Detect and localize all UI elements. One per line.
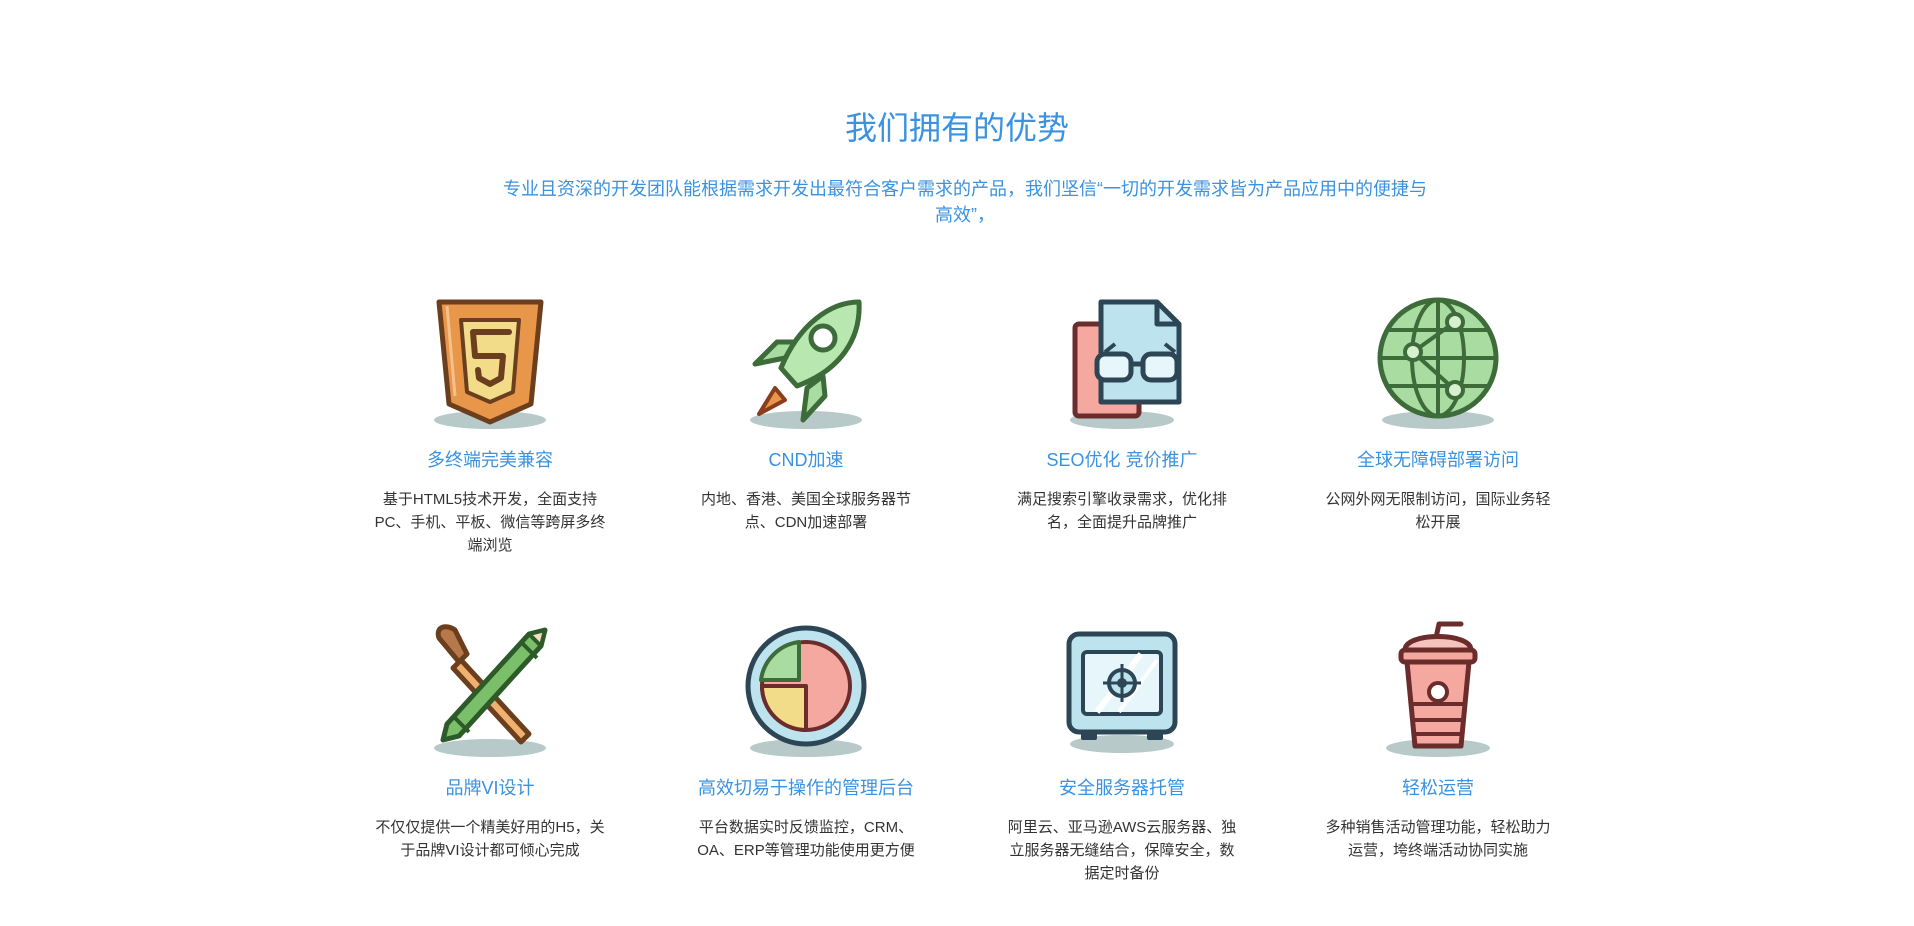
feature-description: 公网外网无限制访问，国际业务轻松开展 xyxy=(1325,491,1551,531)
feature-multi-terminal: 多终端完美兼容 基于HTML5技术开发，全面支持PC、手机、平板、微信等跨屏多终… xyxy=(360,292,620,557)
feature-description: 多种销售活动管理功能，轻松助力运营，垮终端活动协同实施 xyxy=(1325,819,1551,859)
feature-title: CND加速 xyxy=(768,450,844,470)
drink-cup-icon xyxy=(1373,620,1503,760)
feature-title: 轻松运营 xyxy=(1402,778,1474,798)
feature-description: 内地、香港、美国全球服务器节点、CDN加速部署 xyxy=(700,491,911,531)
feature-title: 品牌VI设计 xyxy=(445,778,535,798)
feature-global-access: 全球无障碍部署访问 公网外网无限制访问，国际业务轻松开展 xyxy=(1308,292,1568,534)
feature-description: 不仅仅提供一个精美好用的H5，关于品牌VI设计都可倾心完成 xyxy=(375,819,605,859)
feature-seo: SEO优化 竞价推广 满足搜索引擎收录需求，优化排名，全面提升品牌推广 xyxy=(992,292,1252,534)
feature-title: 多终端完美兼容 xyxy=(427,450,553,470)
feature-brand-vi: 品牌VI设计 不仅仅提供一个精美好用的H5，关于品牌VI设计都可倾心完成 xyxy=(360,620,620,862)
rocket-icon xyxy=(741,292,871,432)
feature-description: 满足搜索引擎收录需求，优化排名，全面提升品牌推广 xyxy=(1016,491,1227,531)
section-subtitle: 专业且资深的开发团队能根据需求开发出最符合客户需求的产品，我们坚信“一切的开发需… xyxy=(503,179,1427,225)
safe-icon xyxy=(1057,620,1187,760)
feature-description: 基于HTML5技术开发，全面支持PC、手机、平板、微信等跨屏多终端浏览 xyxy=(374,491,606,554)
feature-server-hosting: 安全服务器托管 阿里云、亚马逊AWS云服务器、独立服务器无缝结合，保障安全，数据… xyxy=(992,620,1252,885)
document-glasses-icon xyxy=(1057,292,1187,432)
feature-title: 全球无障碍部署访问 xyxy=(1357,450,1519,470)
pie-chart-icon xyxy=(741,620,871,760)
feature-title: 安全服务器托管 xyxy=(1059,778,1185,798)
brush-pencil-icon xyxy=(425,620,555,760)
feature-admin-backend: 高效切易于操作的管理后台 平台数据实时反馈监控，CRM、OA、ERP等管理功能使… xyxy=(676,620,936,862)
advantages-section: 我们拥有的优势 专业且资深的开发团队能根据需求开发出最符合客户需求的产品，我们坚… xyxy=(0,0,1914,926)
feature-easy-operation: 轻松运营 多种销售活动管理功能，轻松助力运营，垮终端活动协同实施 xyxy=(1308,620,1568,862)
section-title: 我们拥有的优势 xyxy=(844,110,1069,146)
globe-network-icon xyxy=(1373,292,1503,432)
feature-description: 阿里云、亚马逊AWS云服务器、独立服务器无缝结合，保障安全，数据定时备份 xyxy=(1007,819,1237,882)
html5-shield-icon xyxy=(425,292,555,432)
feature-cdn: CND加速 内地、香港、美国全球服务器节点、CDN加速部署 xyxy=(676,292,936,534)
feature-title: SEO优化 竞价推广 xyxy=(1046,450,1198,470)
feature-title: 高效切易于操作的管理后台 xyxy=(698,778,914,798)
feature-description: 平台数据实时反馈监控，CRM、OA、ERP等管理功能使用更方便 xyxy=(697,819,915,859)
